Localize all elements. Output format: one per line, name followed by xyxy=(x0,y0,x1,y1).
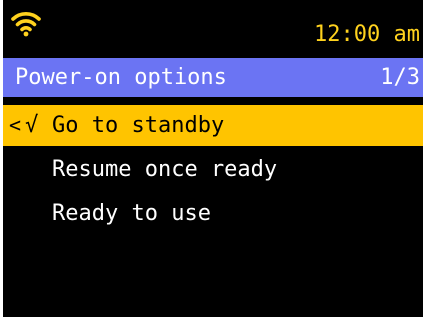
wifi-icon xyxy=(11,12,41,37)
page-title: Power-on options xyxy=(15,65,227,90)
device-screen: 12:00 am Power-on options 1/3 < √ Go to … xyxy=(3,0,423,317)
clock: 12:00 am xyxy=(314,22,420,47)
menu-item-go-to-standby[interactable]: < √ Go to standby xyxy=(3,105,423,146)
menu-item-label: Go to standby xyxy=(52,113,225,138)
menu-item-ready-to-use[interactable]: Ready to use xyxy=(3,193,423,234)
title-bar: Power-on options 1/3 xyxy=(3,58,423,97)
page-indicator: 1/3 xyxy=(380,65,420,90)
menu-item-label: Ready to use xyxy=(52,201,211,226)
menu-item-label: Resume once ready xyxy=(52,157,278,182)
selected-marker: < √ xyxy=(9,105,51,146)
menu-item-resume-once-ready[interactable]: Resume once ready xyxy=(3,149,423,190)
chevron-left-icon: < xyxy=(9,113,22,137)
check-icon: √ xyxy=(25,113,39,138)
options-menu: < √ Go to standby Resume once ready Read… xyxy=(3,105,423,237)
status-bar: 12:00 am xyxy=(3,0,423,55)
